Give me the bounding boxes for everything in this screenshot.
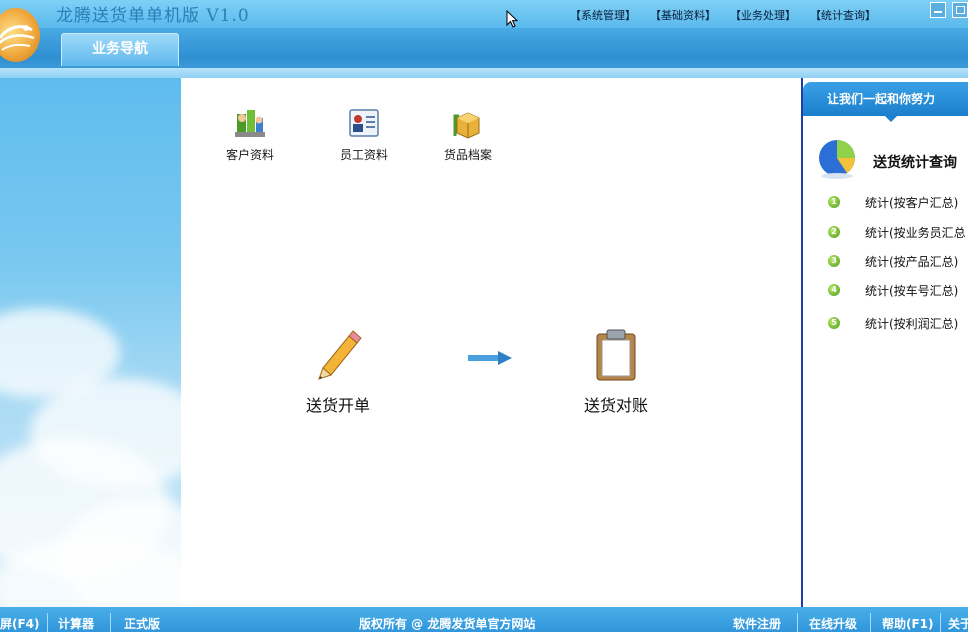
number-badge-icon: 5 <box>828 317 840 329</box>
stat-by-customer[interactable]: 1 统计(按客户汇总) <box>803 193 968 211</box>
stat-label: 统计(按客户汇总) <box>865 196 959 210</box>
delivery-order-button[interactable]: 送货开单 <box>303 328 373 416</box>
statistics-panel-header: 让我们一起和你努力 <box>803 82 968 122</box>
stat-by-vehicle[interactable]: 4 统计(按车号汇总) <box>803 281 968 299</box>
stat-by-product[interactable]: 3 统计(按产品汇总) <box>803 252 968 270</box>
customer-icon <box>235 110 265 137</box>
delivery-reconciliation-button[interactable]: 送货对账 <box>576 328 656 416</box>
delivery-reconciliation-label: 送货对账 <box>583 396 648 415</box>
stat-by-profit[interactable]: 5 统计(按利润汇总) <box>803 314 968 332</box>
copyright-link[interactable]: 版权所有 @ 龙腾发货单官方网站 <box>359 615 535 632</box>
pencil-icon <box>318 330 362 380</box>
stat-label: 统计(按车号汇总) <box>865 284 959 298</box>
mouse-cursor-icon <box>506 10 518 28</box>
minimize-icon[interactable] <box>930 2 946 18</box>
divider <box>47 613 48 633</box>
shortcut-employee-data[interactable]: 员工资料 <box>329 106 399 163</box>
online-upgrade-button[interactable]: 在线升级 <box>809 615 857 632</box>
workflow-arrow-icon <box>468 351 512 365</box>
help-button[interactable]: 帮助(F1) <box>882 615 934 632</box>
divider <box>110 613 111 633</box>
shortcut-goods-archive[interactable]: 货品档案 <box>433 106 503 163</box>
menu-system-management[interactable]: 【系统管理】 <box>570 7 636 23</box>
number-badge-icon: 2 <box>828 226 840 238</box>
menu-statistics-query[interactable]: 【统计查询】 <box>810 7 876 23</box>
edition-label: 正式版 <box>124 617 161 631</box>
calculator-button[interactable]: 计算器 <box>58 615 94 632</box>
statistics-title: 送货统计查询 <box>873 155 957 171</box>
lock-screen-button[interactable]: 锁屏(F4) <box>0 615 40 632</box>
number-badge-icon: 3 <box>828 255 840 267</box>
software-register-button[interactable]: 软件注册 <box>733 615 781 632</box>
about-button[interactable]: 关于 <box>948 615 968 632</box>
stat-by-salesperson[interactable]: 2 统计(按业务员汇总 <box>803 223 968 241</box>
shortcut-employee-label: 员工资料 <box>339 148 388 162</box>
title-bar: 龙腾送货单单机版 V1.0 【系统管理】 【基础资料】 【业务处理】 【统计查询… <box>0 0 968 28</box>
window-controls <box>930 2 968 18</box>
app-logo-icon <box>0 8 40 62</box>
stat-label: 统计(按产品汇总) <box>865 255 959 269</box>
statistics-panel: 让我们一起和你努力 送货统计查询 1 统计(按客户汇总) 2 统计(按业务员汇总… <box>801 78 968 607</box>
divider <box>797 613 798 633</box>
number-badge-icon: 4 <box>828 284 840 296</box>
shortcut-customer-data[interactable]: 客户资料 <box>215 106 285 163</box>
status-bar-edge <box>0 632 968 639</box>
menu-business-processing[interactable]: 【业务处理】 <box>730 7 796 23</box>
clipboard-icon <box>596 329 636 381</box>
stat-label: 统计(按业务员汇总 <box>865 226 966 240</box>
employee-card-icon <box>349 109 379 137</box>
tab-strip-divider <box>0 68 968 78</box>
delivery-order-label: 送货开单 <box>305 396 370 415</box>
sky-background-panel <box>0 78 181 607</box>
goods-package-icon <box>453 112 480 139</box>
pie-chart-icon <box>819 140 855 179</box>
divider <box>870 613 871 633</box>
number-badge-icon: 1 <box>828 196 840 208</box>
top-menu: 【系统管理】 【基础资料】 【业务处理】 【统计查询】 <box>570 7 876 23</box>
business-navigation-panel: 客户资料 员工资料 货品档案 送货开单 送货对账 <box>181 78 801 607</box>
menu-basic-data[interactable]: 【基础资料】 <box>650 7 716 23</box>
shortcut-goods-label: 货品档案 <box>443 148 492 162</box>
restore-icon[interactable] <box>952 2 968 18</box>
divider <box>940 613 941 633</box>
app-title: 龙腾送货单单机版 V1.0 <box>56 6 250 26</box>
stat-label: 统计(按利润汇总) <box>865 317 959 331</box>
shortcut-customer-label: 客户资料 <box>225 148 274 162</box>
tab-business-navigation[interactable]: 业务导航 <box>61 33 179 66</box>
